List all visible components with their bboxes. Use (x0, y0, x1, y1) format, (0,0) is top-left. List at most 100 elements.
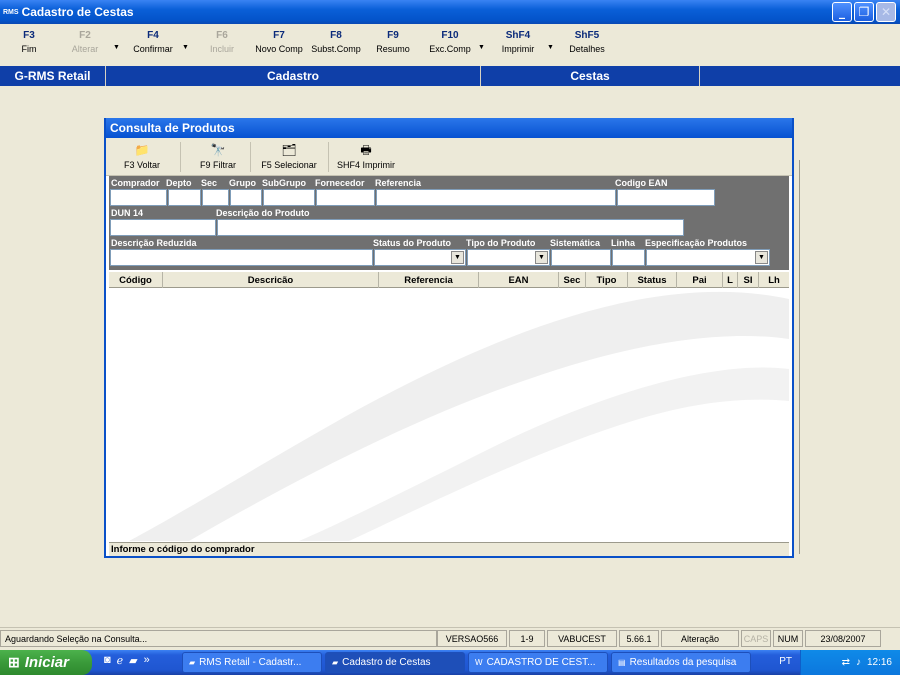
app-icon: RMS (3, 8, 19, 16)
status-produto-select[interactable]: ▼ (374, 249, 466, 266)
internet-explorer-icon[interactable]: ℯ (117, 654, 124, 667)
consulta-produtos-dialog: Consulta de Produtos 📁 F3 Voltar 🔭 F9 Fi… (104, 118, 794, 558)
task-rms-retail[interactable]: ▰ RMS Retail - Cadastr... (182, 652, 322, 673)
col-referencia[interactable]: Referencia (379, 272, 479, 288)
col-codigo[interactable]: Código (109, 272, 163, 288)
voltar-label: F3 Voltar (123, 160, 161, 170)
toolbar-separator (250, 142, 251, 172)
grupo-label: Grupo (229, 178, 256, 188)
dun14-input[interactable] (110, 219, 216, 236)
fkey-shf5-detalhes[interactable]: ▼ ShF5 Detalhes (547, 30, 621, 54)
function-key-toolbar: F3 Fim F2 Alterar ▼ F4 Confirmar ▼ F6 In… (0, 24, 900, 64)
clock[interactable]: 12:16 (867, 657, 892, 668)
system-tray: ⇄ ♪ 12:16 (800, 650, 900, 675)
fkey-f4-confirmar[interactable]: ▼ F4 Confirmar (113, 30, 187, 54)
band-entity: Cestas (481, 66, 700, 86)
dropdown-arrow-icon: ▼ (478, 44, 485, 51)
codigo-ean-input[interactable] (617, 189, 715, 206)
filtrar-button[interactable]: 🔭 F9 Filtrar (196, 142, 240, 170)
selecionar-button[interactable]: 🗂 F5 Selecionar (258, 142, 320, 170)
sec-label: Sec (201, 178, 218, 188)
status-date: 23/08/2007 (805, 630, 881, 647)
col-si[interactable]: SI (738, 272, 759, 288)
dropdown-arrow-icon: ▼ (535, 251, 548, 264)
col-pai[interactable]: Pai (677, 272, 723, 288)
dropdown-arrow-icon: ▼ (451, 251, 464, 264)
fkey-label: Alterar (71, 44, 99, 54)
status-version: VERSAO566 (437, 630, 507, 647)
sec-input[interactable] (202, 189, 229, 206)
depto-input[interactable] (168, 189, 201, 206)
rms-icon: ▰ (332, 658, 339, 667)
col-ean[interactable]: EAN (479, 272, 559, 288)
dropdown-arrow-icon: ▼ (755, 251, 768, 264)
start-button[interactable]: ⊞ Iniciar (0, 650, 92, 675)
watermark-swoosh (129, 291, 789, 541)
fkey-key: F4 (147, 30, 159, 41)
dropdown-arrow-icon: ▼ (113, 44, 120, 51)
descricao-reduzida-input[interactable] (110, 249, 373, 266)
fkey-key: ShF4 (505, 30, 531, 41)
dialog-title[interactable]: Consulta de Produtos (106, 118, 792, 138)
fornecedor-label: Fornecedor (315, 178, 365, 188)
voltar-button[interactable]: 📁 F3 Voltar (120, 142, 164, 170)
task-cadastro-cestas[interactable]: ▰ Cadastro de Cestas (325, 652, 465, 673)
rms-icon: ▰ (189, 658, 196, 667)
task-word-doc[interactable]: W CADASTRO DE CEST... (468, 652, 608, 673)
volume-icon[interactable]: ♪ (856, 657, 861, 668)
status-mode: Alteração (661, 630, 739, 647)
linha-input[interactable] (612, 249, 645, 266)
dropdown-arrow-icon: ▼ (182, 44, 189, 51)
filter-panel: Comprador Depto Sec Grupo SubGrupo Forne… (109, 176, 789, 270)
search-results-icon: ▤ (618, 658, 626, 667)
more-chevron-icon[interactable]: » (144, 654, 150, 667)
desktop-icon[interactable]: ◙ (104, 654, 111, 667)
rms-icon[interactable]: ▰ (129, 654, 137, 667)
linha-label: Linha (611, 238, 635, 248)
window-title-bar[interactable]: RMS Cadastro de Cestas _ ❐ ✕ (0, 0, 900, 24)
band-module: Cadastro (106, 66, 481, 86)
col-descricao[interactable]: Descricão (163, 272, 379, 288)
col-status[interactable]: Status (628, 272, 677, 288)
fkey-label: Detalhes (569, 44, 605, 54)
subgrupo-input[interactable] (263, 189, 315, 206)
dialog-side-frame (794, 160, 800, 554)
col-lh[interactable]: Lh (759, 272, 789, 288)
col-sec[interactable]: Sec (559, 272, 586, 288)
results-grid-header: Código Descricão Referencia EAN Sec Tipo… (109, 272, 789, 288)
sistematica-input[interactable] (551, 249, 611, 266)
referencia-input[interactable] (376, 189, 616, 206)
col-tipo[interactable]: Tipo (586, 272, 628, 288)
fkey-shf4-imprimir[interactable]: ▼ ShF4 Imprimir (478, 30, 552, 54)
especificacao-select[interactable]: ▼ (646, 249, 770, 266)
selecionar-label: F5 Selecionar (261, 160, 317, 170)
col-l[interactable]: L (723, 272, 738, 288)
comprador-input[interactable] (110, 189, 167, 206)
depto-label: Depto (166, 178, 192, 188)
toolbar-separator (180, 142, 181, 172)
status-range: 1-9 (509, 630, 545, 647)
tipo-produto-select[interactable]: ▼ (467, 249, 550, 266)
close-button[interactable]: ✕ (876, 2, 896, 22)
imprimir-button[interactable]: 🖶 SHF4 Imprimir (334, 142, 398, 170)
descricao-produto-input[interactable] (217, 219, 684, 236)
network-icon[interactable]: ⇄ (842, 657, 850, 668)
task-search-results[interactable]: ▤ Resultados da pesquisa (611, 652, 751, 673)
subgrupo-label: SubGrupo (262, 178, 306, 188)
results-grid[interactable] (109, 289, 789, 541)
printer-icon: 🖶 (360, 143, 372, 157)
dialog-hint: Informe o código do comprador (109, 542, 789, 556)
minimize-icon: _ (839, 5, 845, 19)
fkey-f2-alterar[interactable]: F2 Alterar (51, 30, 119, 54)
status-build: 5.66.1 (619, 630, 659, 647)
tipo-produto-label: Tipo do Produto (466, 238, 536, 248)
fkey-f10-exc-comp[interactable]: F10 Exc.Comp (416, 30, 484, 54)
maximize-button[interactable]: ❐ (854, 2, 874, 22)
minimize-button[interactable]: _ (832, 2, 852, 22)
language-indicator[interactable]: PT (779, 656, 792, 667)
dun14-label: DUN 14 (111, 208, 144, 218)
fornecedor-input[interactable] (316, 189, 375, 206)
descricao-produto-label: Descrição do Produto (216, 208, 310, 218)
codigo-ean-label: Codigo EAN (615, 178, 668, 188)
grupo-input[interactable] (230, 189, 262, 206)
